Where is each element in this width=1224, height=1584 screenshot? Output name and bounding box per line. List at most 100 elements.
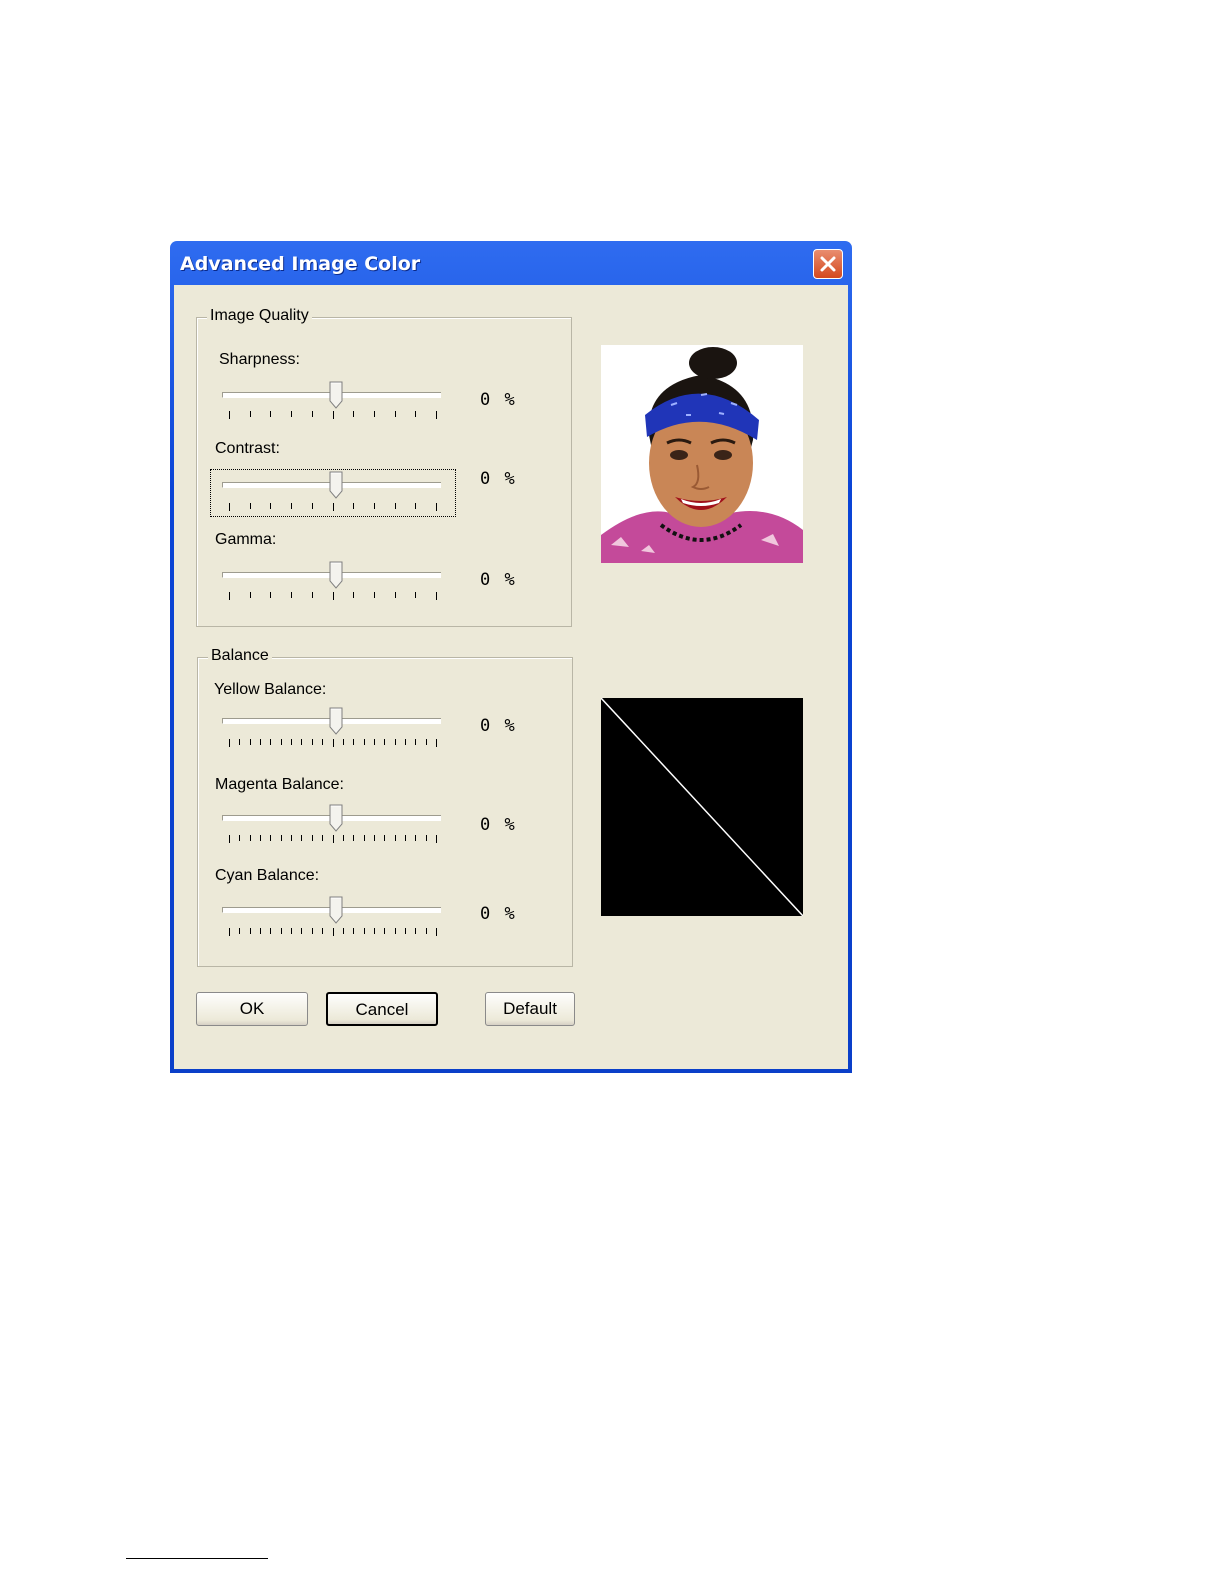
slider-tick	[353, 503, 355, 509]
slider-tick	[404, 928, 406, 934]
slider-tick	[229, 928, 230, 936]
slider-tick	[291, 739, 293, 745]
slider-tick	[436, 503, 437, 511]
slider-tick	[301, 928, 303, 934]
slider-tick	[384, 739, 386, 745]
slider-tick	[436, 411, 437, 419]
footnote-rule	[126, 1558, 268, 1559]
slider-tick	[311, 503, 313, 509]
slider-tick	[301, 835, 303, 841]
slider-tick	[394, 503, 396, 509]
slider-tick	[270, 928, 272, 934]
slider-tick	[249, 739, 251, 745]
slider-tick	[394, 928, 396, 934]
slider-tick	[239, 835, 241, 841]
slider-tick	[342, 835, 344, 841]
slider-tick	[260, 739, 262, 745]
slider-tick	[239, 928, 241, 934]
sharpness-ticks	[229, 411, 437, 421]
slider-tick	[373, 928, 375, 934]
magenta-balance-slider-thumb[interactable]	[329, 804, 343, 832]
close-button[interactable]	[813, 249, 843, 279]
slider-tick	[249, 928, 251, 934]
slider-tick	[249, 503, 251, 509]
slider-tick	[373, 592, 375, 598]
slider-tick	[342, 739, 344, 745]
dialog-window: Advanced Image Color Image Quality Sharp…	[170, 241, 852, 1073]
yellow-balance-ticks	[229, 739, 437, 749]
slider-tick	[394, 411, 396, 417]
slider-tick	[229, 503, 230, 511]
slider-tick	[311, 835, 313, 841]
gamma-label: Gamma:	[215, 531, 277, 548]
slider-tick	[425, 835, 427, 841]
slider-tick	[229, 739, 230, 747]
slider-tick	[270, 503, 272, 509]
slider-tick	[436, 592, 437, 600]
sharpness-slider-thumb[interactable]	[329, 381, 343, 409]
slider-tick	[291, 835, 293, 841]
slider-tick	[415, 835, 417, 841]
sharpness-label: Sharpness:	[219, 351, 300, 368]
slider-tick	[249, 835, 251, 841]
cancel-button[interactable]: Cancel	[326, 992, 438, 1026]
slider-tick	[270, 835, 272, 841]
contrast-slider-thumb[interactable]	[329, 471, 343, 499]
slider-tick	[363, 928, 365, 934]
yellow-balance-slider-thumb[interactable]	[329, 707, 343, 735]
gamma-ticks	[229, 592, 437, 602]
slider-tick	[415, 411, 417, 417]
slider-tick	[425, 739, 427, 745]
slider-tick	[322, 928, 324, 934]
slider-tick	[373, 835, 375, 841]
slider-tick	[332, 503, 334, 511]
cyan-balance-slider-thumb[interactable]	[329, 896, 343, 924]
default-button[interactable]: Default	[485, 992, 575, 1026]
slider-tick	[229, 592, 230, 600]
slider-tick	[404, 835, 406, 841]
slider-tick	[270, 592, 272, 598]
balance-legend: Balance	[208, 647, 272, 665]
slider-tick	[270, 739, 272, 745]
magenta-balance-ticks	[229, 835, 437, 845]
slider-tick	[425, 928, 427, 934]
slider-tick	[373, 503, 375, 509]
cyan-balance-label: Cyan Balance:	[215, 867, 320, 884]
slider-tick	[260, 835, 262, 841]
title-bar[interactable]: Advanced Image Color	[170, 241, 852, 285]
slider-tick	[373, 411, 375, 417]
slider-tick	[415, 592, 417, 598]
slider-tick	[394, 592, 396, 598]
slider-tick	[332, 411, 334, 419]
slider-tick	[291, 503, 293, 509]
slider-tick	[353, 411, 355, 417]
slider-tick	[280, 928, 282, 934]
slider-tick	[229, 411, 230, 419]
slider-tick	[404, 739, 406, 745]
contrast-value: 0 %	[480, 469, 517, 489]
slider-tick	[415, 503, 417, 509]
slider-tick	[291, 592, 293, 598]
slider-tick	[384, 928, 386, 934]
slider-tick	[342, 928, 344, 934]
ok-button[interactable]: OK	[196, 992, 308, 1026]
slider-tick	[301, 739, 303, 745]
gamma-value: 0 %	[480, 570, 517, 590]
slider-tick	[270, 411, 272, 417]
slider-tick	[260, 928, 262, 934]
magenta-balance-label: Magenta Balance:	[215, 776, 344, 793]
slider-tick	[322, 739, 324, 745]
color-curve-icon	[601, 698, 803, 916]
slider-tick	[394, 835, 396, 841]
cyan-balance-ticks	[229, 928, 437, 938]
image-quality-legend: Image Quality	[207, 307, 312, 325]
slider-tick	[415, 928, 417, 934]
slider-tick	[322, 835, 324, 841]
gamma-slider-thumb[interactable]	[329, 561, 343, 589]
slider-tick	[436, 928, 437, 936]
slider-tick	[311, 739, 313, 745]
contrast-label: Contrast:	[215, 440, 280, 457]
slider-tick	[332, 928, 334, 936]
slider-tick	[332, 835, 334, 843]
slider-tick	[353, 928, 355, 934]
